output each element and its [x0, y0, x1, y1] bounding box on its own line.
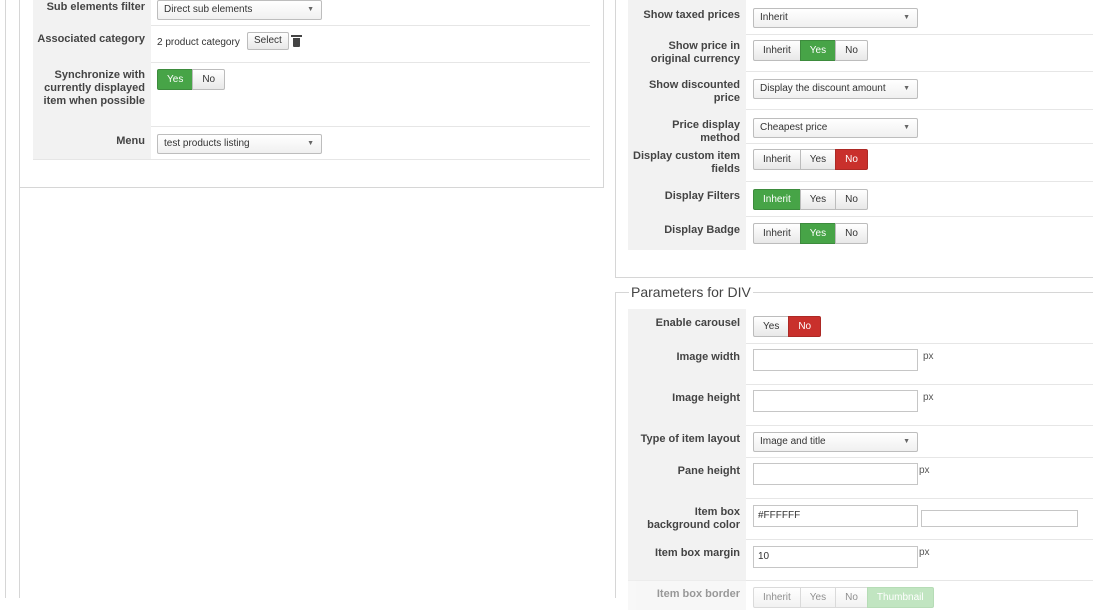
- label-associated-category: Associated category: [33, 25, 151, 62]
- price-display-method-select[interactable]: Cheapest price ▼: [753, 118, 918, 138]
- page-border-left: [5, 0, 6, 598]
- item-box-margin-input[interactable]: 10: [753, 546, 918, 568]
- trash-icon[interactable]: [291, 35, 302, 47]
- label-synchronize: Synchronize with currently displayed ite…: [33, 62, 151, 126]
- label-sub-elements-filter: Sub elements filter: [33, 0, 151, 25]
- label-display-filters: Display Filters: [628, 181, 746, 216]
- inherit-button[interactable]: Inherit: [753, 40, 801, 61]
- no-button[interactable]: No: [835, 189, 868, 210]
- row-synchronize: Synchronize with currently displayed ite…: [33, 62, 590, 127]
- menu-select[interactable]: test products listing ▼: [157, 134, 322, 154]
- row-display-badge: Display Badge Inherit Yes No: [628, 216, 1093, 250]
- unit-label: px: [919, 547, 930, 558]
- no-button[interactable]: No: [835, 149, 868, 170]
- image-width-input[interactable]: [753, 349, 918, 371]
- row-show-discounted-price: Show discounted price Display the discou…: [628, 71, 1093, 110]
- no-button[interactable]: No: [835, 223, 868, 244]
- row-image-height: Image height px: [628, 384, 1093, 426]
- row-item-box-background-color: Item box background color #FFFFFF: [628, 498, 1093, 540]
- row-sub-elements-filter: Sub elements filter Direct sub elements …: [33, 0, 590, 26]
- unit-label: px: [919, 465, 930, 476]
- row-pane-height: Pane height px: [628, 457, 1093, 499]
- right-fieldset-border-bottom: [615, 277, 1093, 278]
- color-preview-field[interactable]: [921, 510, 1078, 527]
- left-fieldset-border-right: [603, 0, 604, 187]
- select-value: Inherit: [760, 12, 788, 23]
- label-show-discounted-price: Show discounted price: [628, 71, 746, 109]
- chevron-down-icon: ▼: [307, 6, 314, 13]
- left-fieldset-border-bottom: [19, 187, 604, 188]
- label-item-box-border: Item box border: [628, 580, 746, 610]
- label-enable-carousel: Enable carousel: [628, 309, 746, 343]
- label-display-custom-item-fields: Display custom item fields: [628, 143, 746, 181]
- yes-button[interactable]: Yes: [799, 40, 837, 61]
- synchronize-no-button[interactable]: No: [192, 69, 226, 90]
- label-show-taxed-prices: Show taxed prices: [628, 0, 746, 34]
- row-item-box-margin: Item box margin 10 px: [628, 539, 1093, 581]
- select-value: Cheapest price: [760, 122, 828, 133]
- chevron-down-icon: ▼: [307, 140, 314, 147]
- select-value: Display the discount amount: [760, 83, 886, 94]
- row-price-display-method: Price display method Cheapest price ▼: [628, 109, 1093, 144]
- label-type-of-item-layout: Type of item layout: [628, 425, 746, 457]
- row-type-of-item-layout: Type of item layout Image and title ▼: [628, 425, 1093, 458]
- row-enable-carousel: Enable carousel Yes No: [628, 309, 1093, 344]
- yes-button[interactable]: Yes: [799, 149, 837, 170]
- chevron-down-icon: ▼: [903, 14, 910, 21]
- row-menu: Menu test products listing ▼: [33, 126, 590, 160]
- label-image-width: Image width: [628, 343, 746, 384]
- chevron-down-icon: ▼: [903, 438, 910, 445]
- show-discounted-price-select[interactable]: Display the discount amount ▼: [753, 79, 918, 99]
- left-panel-border: [19, 0, 20, 598]
- select-value: Direct sub elements: [164, 4, 253, 15]
- image-height-input[interactable]: [753, 390, 918, 412]
- synchronize-yes-button[interactable]: Yes: [157, 69, 194, 90]
- row-show-price-original-currency: Show price in original currency Inherit …: [628, 34, 1093, 72]
- show-price-original-currency-toggle: Inherit Yes No: [753, 40, 868, 61]
- no-button[interactable]: No: [788, 316, 822, 337]
- chevron-down-icon: ▼: [903, 85, 910, 92]
- inherit-button[interactable]: Inherit: [753, 223, 801, 244]
- display-badge-toggle: Inherit Yes No: [753, 223, 868, 244]
- row-display-custom-item-fields: Display custom item fields Inherit Yes N…: [628, 143, 1093, 182]
- display-custom-item-fields-toggle: Inherit Yes No: [753, 149, 868, 170]
- sub-elements-filter-select[interactable]: Direct sub elements ▼: [157, 0, 322, 20]
- display-filters-toggle: Inherit Yes No: [753, 189, 868, 210]
- yes-button[interactable]: Yes: [799, 189, 837, 210]
- chevron-down-icon: ▼: [903, 124, 910, 131]
- row-show-taxed-prices: Show taxed prices Inherit ▼: [628, 0, 1093, 35]
- inherit-button[interactable]: Inherit: [753, 149, 801, 170]
- label-display-badge: Display Badge: [628, 216, 746, 250]
- div-fieldset-border-left: [615, 292, 616, 598]
- label-item-box-margin: Item box margin: [628, 539, 746, 580]
- pane-height-input[interactable]: [753, 463, 918, 485]
- unit-label: px: [923, 392, 934, 403]
- unit-label: px: [923, 351, 934, 362]
- label-pane-height: Pane height: [628, 457, 746, 498]
- select-category-button[interactable]: Select: [247, 32, 289, 50]
- yes-button[interactable]: Yes: [753, 316, 790, 337]
- select-value: test products listing: [164, 138, 250, 149]
- background-color-input[interactable]: #FFFFFF: [753, 505, 918, 527]
- row-item-box-border: Item box border Inherit Yes No Thumbnail: [628, 580, 1093, 610]
- associated-category-value: 2 product category: [157, 37, 240, 48]
- synchronize-toggle: Yes No: [157, 69, 226, 90]
- yes-button[interactable]: Yes: [799, 223, 837, 244]
- label-menu: Menu: [33, 126, 151, 159]
- show-taxed-prices-select[interactable]: Inherit ▼: [753, 8, 918, 28]
- row-associated-category: Associated category 2 product category S…: [33, 25, 590, 63]
- select-value: Image and title: [760, 436, 826, 447]
- label-show-price-original-currency: Show price in original currency: [628, 34, 746, 71]
- right-fieldset-border-left: [615, 0, 616, 278]
- no-button[interactable]: No: [835, 40, 868, 61]
- item-layout-select[interactable]: Image and title ▼: [753, 432, 918, 452]
- row-image-width: Image width px: [628, 343, 1093, 385]
- label-price-display-method: Price display method: [628, 109, 746, 144]
- inherit-button[interactable]: Inherit: [753, 189, 801, 210]
- enable-carousel-toggle: Yes No: [753, 316, 822, 337]
- row-display-filters: Display Filters Inherit Yes No: [628, 181, 1093, 217]
- label-image-height: Image height: [628, 384, 746, 425]
- div-params-legend: Parameters for DIV: [629, 284, 753, 300]
- label-item-box-background-color: Item box background color: [628, 498, 746, 539]
